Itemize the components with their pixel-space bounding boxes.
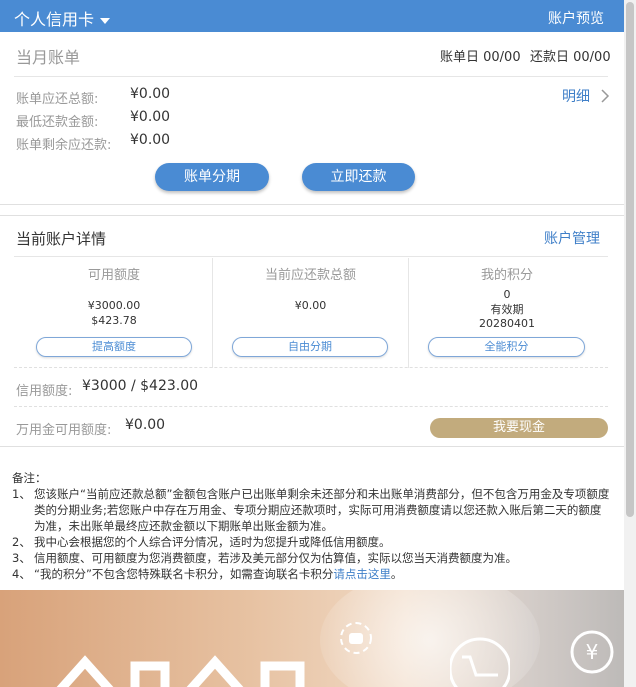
top-bar: 个人信用卡 账户预览 xyxy=(0,0,624,32)
caret-down-icon xyxy=(100,17,111,24)
note-item: 3、 信用额度、可用额度为您消费额度，若涉及美元部分仅为估算值，实际以您当天消费… xyxy=(12,550,612,566)
note-text: “我的积分”不包含您特殊联名卡积分，如需查询联名卡积分请点击这里。 xyxy=(34,566,402,582)
credit-limit-value: ¥3000 / $423.00 xyxy=(82,378,199,394)
remaining-value: ¥0.00 xyxy=(130,132,171,148)
divider xyxy=(14,76,608,77)
remaining-label: 账单剩余应还款: xyxy=(16,138,112,153)
detail-link[interactable]: 明细 xyxy=(562,86,590,106)
account-preview-link[interactable]: 账户预览 xyxy=(548,8,604,28)
points-validity-date: 20280401 xyxy=(479,317,535,330)
account-manage-link[interactable]: 账户管理 xyxy=(544,228,600,248)
account-section-title: 当前账户详情 xyxy=(16,230,107,248)
divider xyxy=(14,367,608,368)
card-type-dropdown[interactable]: 个人信用卡 xyxy=(14,6,111,30)
points-head: 我的积分 xyxy=(480,268,533,283)
wanyong-label: 万用金可用额度: xyxy=(16,423,112,438)
scrollbar-thumb[interactable] xyxy=(626,2,634,517)
notes-block: 备注： 1、 您该账户“当前应还款总额”金额包含账户已出账单剩余未还部分和未出账… xyxy=(12,470,612,582)
card-type-label: 个人信用卡 xyxy=(14,10,95,29)
note-number: 3、 xyxy=(12,551,31,565)
credit-limit-label: 信用额度: xyxy=(16,384,73,399)
current-due-head: 当前应还款总额 xyxy=(264,268,356,283)
bill-total-label: 账单应还总额: xyxy=(16,92,99,107)
detail-link-label: 明细 xyxy=(562,89,590,105)
yen-icon: ¥ xyxy=(570,630,614,674)
min-payment-value: ¥0.00 xyxy=(130,109,171,125)
available-limit-cny: ¥3000.00 xyxy=(87,299,141,312)
note-number: 4、 xyxy=(12,567,31,581)
note-number: 1、 xyxy=(12,487,31,501)
note-text: 我中心会根据您的个人综合评分情况，适时为您提升或降低信用额度。 xyxy=(34,535,391,549)
money-bag-icon xyxy=(340,622,372,654)
note-text: 信用额度、可用额度为您消费额度，若涉及美元部分仅为估算值，实际以您当天消费额度为… xyxy=(34,551,517,565)
chevron-right-icon xyxy=(601,89,610,103)
wanyong-value: ¥0.00 xyxy=(125,417,166,433)
notes-title: 备注： xyxy=(12,471,47,485)
section-divider xyxy=(0,215,624,216)
available-limit-head: 可用额度 xyxy=(87,268,140,283)
note-item: 2、 我中心会根据您的个人综合评分情况，适时为您提升或降低信用额度。 xyxy=(12,534,612,550)
current-due-value: ¥0.00 xyxy=(294,299,327,312)
bill-installment-button[interactable]: 账单分期 xyxy=(155,163,269,191)
points-validity-label: 有效期 xyxy=(490,303,524,316)
note-item: 1、 您该账户“当前应还款总额”金额包含账户已出账单剩余未还部分和未出账单消费部… xyxy=(12,486,612,534)
banner-headline-graphic xyxy=(56,655,305,687)
available-limit-usd: $423.78 xyxy=(91,314,137,327)
bill-section-title: 当月账单 xyxy=(16,48,81,67)
divider xyxy=(14,406,608,407)
cart-icon xyxy=(450,637,510,687)
bill-day: 账单日 00/00 xyxy=(440,50,521,65)
section-divider xyxy=(0,446,624,447)
note-text: 您该账户“当前应还款总额”金额包含账户已出账单剩余未还部分和未出账单消费部分，但… xyxy=(34,487,610,533)
free-installment-button[interactable]: 自由分期 xyxy=(232,337,388,357)
get-cash-button[interactable]: 我要现金 xyxy=(430,418,608,438)
note-text-main: “我的积分”不包含您特殊联名卡积分，如需查询联名卡积分 xyxy=(34,567,334,581)
bill-total-value: ¥0.00 xyxy=(130,86,171,102)
all-points-button[interactable]: 全能积分 xyxy=(428,337,585,357)
page-scrollbar[interactable] xyxy=(624,0,636,687)
due-day: 还款日 00/00 xyxy=(530,50,611,65)
note-number: 2、 xyxy=(12,535,31,549)
repay-now-button[interactable]: 立即还款 xyxy=(302,163,415,191)
divider xyxy=(14,256,608,257)
points-value: 0 xyxy=(503,288,511,301)
raise-limit-button[interactable]: 提高额度 xyxy=(36,337,192,357)
note-text-tail: 。 xyxy=(390,567,403,581)
promo-banner[interactable]: ¥ xyxy=(0,590,624,687)
section-divider xyxy=(0,204,624,205)
co-brand-points-link[interactable]: 请点击这里 xyxy=(333,567,391,581)
min-payment-label: 最低还款金额: xyxy=(16,115,99,130)
note-item: 4、 “我的积分”不包含您特殊联名卡积分，如需查询联名卡积分请点击这里。 xyxy=(12,566,612,582)
svg-text:¥: ¥ xyxy=(586,640,599,664)
